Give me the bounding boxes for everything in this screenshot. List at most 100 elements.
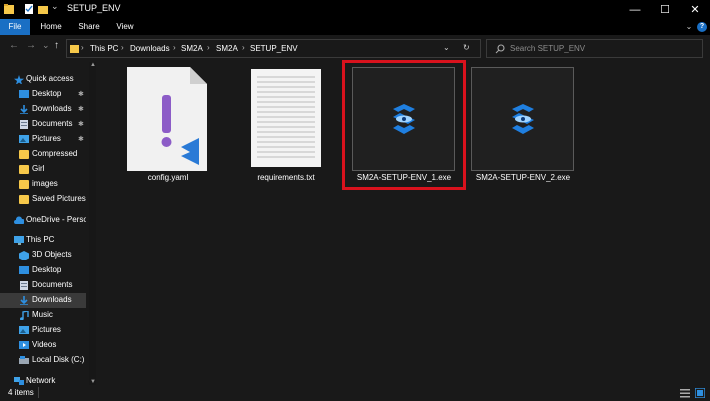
file-list-area: config.yaml requirements.txt SM2A-SETUP-…	[96, 60, 710, 385]
text-file-icon	[251, 69, 321, 167]
file-item-config-yaml[interactable]: config.yaml	[118, 67, 218, 183]
title-bar: ⌄ SETUP_ENV — ☐ ✕	[0, 0, 710, 19]
folder-icon	[19, 165, 29, 174]
document-icon	[20, 281, 28, 290]
details-view-icon[interactable]	[680, 388, 690, 398]
file-name-label: SM2A-SETUP-ENV_2.exe	[475, 173, 571, 182]
breadcrumb-separator: ›	[81, 43, 84, 52]
sm2a-app-icon	[512, 104, 534, 134]
computer-icon	[14, 236, 24, 245]
forward-button[interactable]: →	[26, 40, 36, 51]
breadcrumb-this-pc[interactable]: This PC	[90, 44, 118, 53]
sidebar-item-pictures[interactable]: Pictures ✱	[0, 132, 86, 147]
file-item-requirements-txt[interactable]: requirements.txt	[236, 67, 336, 183]
star-icon	[14, 75, 24, 84]
tab-view[interactable]: View	[110, 19, 140, 35]
tab-share[interactable]: Share	[73, 19, 105, 35]
tab-home[interactable]: Home	[34, 19, 68, 35]
pin-icon: ✱	[78, 106, 84, 113]
up-button[interactable]: ↑	[54, 40, 59, 51]
status-bar: 4 items	[0, 385, 710, 401]
sidebar-quick-access[interactable]: Quick access	[0, 72, 86, 87]
file-name-label: SM2A-SETUP-ENV_1.exe	[356, 173, 452, 182]
pictures-icon	[19, 135, 29, 143]
sm2a-app-icon	[393, 104, 415, 134]
breadcrumb-separator: ›	[207, 43, 210, 52]
sidebar-scrollbar[interactable]: ▲ ▼	[89, 62, 96, 385]
properties-icon[interactable]	[24, 3, 34, 15]
maximize-button[interactable]: ☐	[650, 0, 680, 19]
breadcrumb-setup-env[interactable]: SETUP_ENV	[250, 44, 298, 53]
sidebar-item-documents[interactable]: Documents ✱	[0, 117, 86, 132]
close-button[interactable]: ✕	[680, 0, 710, 19]
help-button[interactable]: ?	[697, 22, 707, 32]
desktop-icon	[19, 266, 29, 274]
document-icon	[20, 120, 28, 129]
breadcrumb-separator: ›	[121, 43, 124, 52]
folder-icon	[19, 180, 29, 189]
folder-icon	[70, 45, 79, 53]
status-divider	[38, 387, 39, 398]
recent-locations-button[interactable]: ⌄	[42, 40, 50, 51]
sidebar-item-videos[interactable]: Videos	[0, 338, 86, 353]
new-folder-icon[interactable]	[38, 3, 48, 15]
sidebar-item-compressed[interactable]: Compressed	[0, 147, 86, 162]
file-name-label: requirements.txt	[257, 173, 315, 182]
expand-ribbon-button[interactable]: ⌄	[684, 19, 694, 35]
sidebar-item-girl[interactable]: Girl	[0, 162, 86, 177]
tab-file[interactable]: File	[0, 19, 30, 35]
breadcrumb-sm2a-inner[interactable]: SM2A	[216, 44, 238, 53]
address-bar[interactable]: › This PC › Downloads › SM2A › SM2A › SE…	[66, 39, 481, 58]
pin-icon: ✱	[78, 121, 84, 128]
sidebar-this-pc[interactable]: This PC	[0, 233, 86, 248]
folder-icon	[4, 4, 14, 14]
yaml-vscode-icon	[127, 67, 207, 171]
search-icon	[495, 44, 505, 54]
download-arrow-icon	[20, 296, 28, 305]
file-thumbnail	[471, 67, 574, 171]
folder-icon	[19, 195, 29, 204]
sidebar-item-documents-pc[interactable]: Documents	[0, 278, 86, 293]
file-thumbnail	[352, 67, 455, 171]
pin-icon: ✱	[78, 91, 84, 98]
minimize-button[interactable]: —	[620, 0, 650, 19]
breadcrumb-separator: ›	[242, 43, 245, 52]
pictures-icon	[19, 326, 29, 334]
sidebar-item-pictures-pc[interactable]: Pictures	[0, 323, 86, 338]
sidebar-item-music[interactable]: Music	[0, 308, 86, 323]
search-placeholder: Search SETUP_ENV	[510, 44, 586, 53]
address-dropdown-button[interactable]: ⌄	[443, 43, 450, 52]
pin-icon: ✱	[78, 136, 84, 143]
sidebar-item-images[interactable]: images	[0, 177, 86, 192]
back-button[interactable]: ←	[9, 40, 19, 51]
file-item-sm2a-setup-env-2-exe[interactable]: SM2A-SETUP-ENV_2.exe	[470, 67, 576, 185]
video-icon	[19, 341, 29, 349]
sidebar-item-desktop[interactable]: Desktop ✱	[0, 87, 86, 102]
file-item-sm2a-setup-env-1-exe[interactable]: SM2A-SETUP-ENV_1.exe	[351, 67, 457, 185]
breadcrumb-sm2a[interactable]: SM2A	[181, 44, 203, 53]
item-count: 4 items	[8, 388, 34, 397]
sidebar-item-downloads-pc[interactable]: Downloads	[0, 293, 86, 308]
drive-icon	[19, 356, 29, 364]
window-title: SETUP_ENV	[67, 3, 121, 13]
cloud-icon	[14, 216, 24, 224]
music-note-icon	[20, 311, 29, 320]
quick-access-toolbar-dropdown[interactable]: ⌄	[51, 1, 59, 12]
breadcrumb-downloads[interactable]: Downloads	[130, 44, 170, 53]
sidebar-item-3d-objects[interactable]: 3D Objects	[0, 248, 86, 263]
navigation-pane: Quick access Desktop ✱ Downloads ✱ Docum…	[0, 60, 96, 385]
refresh-button[interactable]: ↻	[463, 43, 470, 52]
breadcrumb-separator: ›	[173, 43, 176, 52]
large-icons-view-icon[interactable]	[695, 388, 705, 398]
sidebar-onedrive[interactable]: OneDrive - Persor	[0, 213, 86, 228]
sidebar-item-saved-pictures[interactable]: Saved Pictures	[0, 192, 86, 207]
folder-icon	[19, 150, 29, 159]
download-arrow-icon	[20, 105, 28, 114]
ribbon-tabs: File Home Share View ⌄ ?	[0, 19, 710, 35]
sidebar-item-downloads[interactable]: Downloads ✱	[0, 102, 86, 117]
sidebar-item-local-disk[interactable]: Local Disk (C:)	[0, 353, 86, 368]
sidebar-item-desktop-pc[interactable]: Desktop	[0, 263, 86, 278]
search-box[interactable]: Search SETUP_ENV	[486, 39, 703, 58]
file-name-label: config.yaml	[147, 173, 189, 182]
cube-icon	[19, 251, 29, 260]
